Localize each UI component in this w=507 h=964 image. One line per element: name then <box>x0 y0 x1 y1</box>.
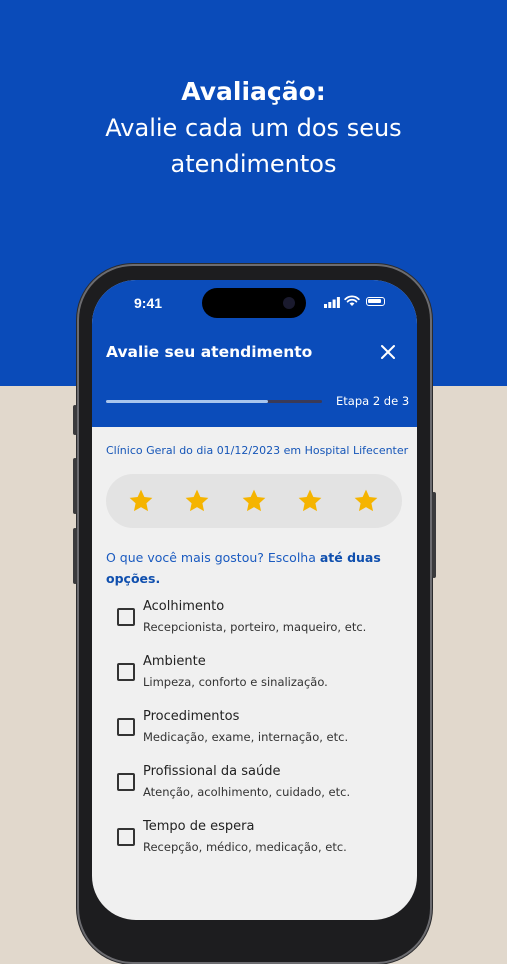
option-label: Tempo de espera <box>143 819 255 834</box>
option-ambiente[interactable]: Ambiente Limpeza, conforto e sinalização… <box>106 654 406 704</box>
checkbox[interactable] <box>117 773 135 791</box>
option-description: Recepção, médico, medicação, etc. <box>143 840 347 854</box>
page-title: Avalie seu atendimento <box>106 343 313 361</box>
step-progress-bar <box>106 400 322 403</box>
headline-title: Avaliação: <box>181 77 326 106</box>
step-indicator: Etapa 2 de 3 <box>336 394 410 408</box>
checkbox[interactable] <box>117 718 135 736</box>
star-icon[interactable] <box>128 488 154 514</box>
headline-subtitle-line1: Avalie cada um dos seus <box>105 114 402 142</box>
headline-subtitle-line2: atendimentos <box>170 150 337 178</box>
step-progress-fill <box>106 400 268 403</box>
wifi-icon <box>344 295 360 306</box>
star-icon[interactable] <box>241 488 267 514</box>
option-procedimentos[interactable]: Procedimentos Medicação, exame, internaç… <box>106 709 406 759</box>
question-prefix: O que você mais gostou? Escolha <box>106 550 320 565</box>
appointment-description: Clínico Geral do dia 01/12/2023 em Hospi… <box>106 444 409 457</box>
close-icon[interactable] <box>377 341 399 363</box>
checkbox[interactable] <box>117 663 135 681</box>
option-description: Limpeza, conforto e sinalização. <box>143 675 328 689</box>
option-tempo-de-espera[interactable]: Tempo de espera Recepção, médico, medica… <box>106 819 406 869</box>
star-icon[interactable] <box>184 488 210 514</box>
checkbox[interactable] <box>117 608 135 626</box>
phone-silent-switch <box>73 405 77 435</box>
option-description: Recepcionista, porteiro, maqueiro, etc. <box>143 620 367 634</box>
battery-icon <box>366 297 385 306</box>
option-description: Atenção, acolhimento, cuidado, etc. <box>143 785 351 799</box>
option-label: Procedimentos <box>143 709 240 724</box>
star-rating <box>106 474 402 528</box>
phone-power-button <box>432 492 436 578</box>
star-icon[interactable] <box>353 488 379 514</box>
option-description: Medicação, exame, internação, etc. <box>143 730 349 744</box>
option-label: Acolhimento <box>143 599 225 614</box>
app-header: Avalie seu atendimento Etapa 2 de 3 <box>92 330 417 427</box>
promo-headline: Avaliação: Avalie cada um dos seus atend… <box>0 74 507 182</box>
cellular-signal-icon <box>324 297 340 308</box>
option-label: Profissional da saúde <box>143 764 281 779</box>
dynamic-island <box>202 288 306 318</box>
option-acolhimento[interactable]: Acolhimento Recepcionista, porteiro, maq… <box>106 599 406 649</box>
status-time: 9:41 <box>134 295 163 311</box>
phone-screen: 9:41 Avalie seu atendimento Etapa 2 de 3… <box>92 280 417 920</box>
checkbox[interactable] <box>117 828 135 846</box>
option-profissional-da-saude[interactable]: Profissional da saúde Atenção, acolhimen… <box>106 764 406 814</box>
status-bar: 9:41 <box>92 280 417 330</box>
phone-volume-up <box>73 458 77 514</box>
question-text: O que você mais gostou? Escolha até duas… <box>106 547 396 589</box>
phone-volume-down <box>73 528 77 584</box>
star-icon[interactable] <box>297 488 323 514</box>
option-label: Ambiente <box>143 654 206 669</box>
